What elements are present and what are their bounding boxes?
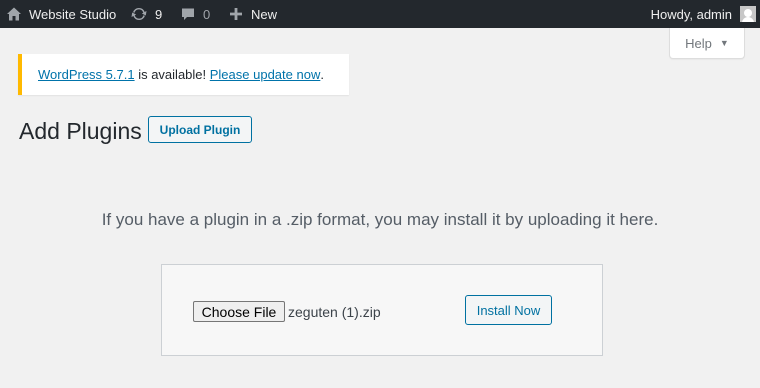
help-label: Help: [685, 35, 712, 51]
my-account-menu[interactable]: Howdy, admin: [651, 0, 756, 28]
new-content-menu[interactable]: New: [229, 0, 277, 28]
upload-plugin-button[interactable]: Upload Plugin: [148, 116, 252, 143]
selected-file-name: zeguten (1).zip: [288, 304, 381, 320]
comment-icon: [180, 6, 196, 22]
help-tab-button[interactable]: Help ▼: [669, 28, 745, 59]
updates-count: 9: [155, 6, 163, 22]
notice-end-text: .: [320, 67, 324, 82]
wordpress-version-link[interactable]: WordPress 5.7.1: [38, 67, 135, 82]
comments-count: 0: [203, 6, 211, 22]
upload-help-text: If you have a plugin in a .zip format, y…: [101, 210, 659, 229]
page-title: Add Plugins: [19, 118, 142, 144]
site-name-menu[interactable]: Website Studio: [6, 0, 116, 28]
home-icon: [6, 6, 22, 22]
caret-down-icon: ▼: [719, 38, 729, 48]
new-label: New: [251, 6, 278, 22]
notice-middle-text: is available!: [134, 67, 210, 82]
upload-plugin-form: Choose File zeguten (1).zip Install Now: [161, 264, 603, 356]
avatar: [740, 6, 756, 22]
install-now-button[interactable]: Install Now: [465, 295, 552, 325]
plus-icon: [229, 7, 243, 21]
admin-bar: Website Studio 9 0 New Howdy, admin: [0, 0, 760, 28]
update-now-link[interactable]: Please update now: [210, 67, 321, 82]
greeting-label: Howdy, admin: [650, 6, 732, 22]
updates-menu[interactable]: 9: [130, 0, 162, 28]
site-name-label: Website Studio: [29, 6, 117, 22]
refresh-icon: [130, 6, 148, 22]
choose-file-button[interactable]: Choose File: [193, 301, 285, 322]
update-notice: WordPress 5.7.1 is available! Please upd…: [18, 54, 349, 95]
comments-menu[interactable]: 0: [180, 0, 210, 28]
